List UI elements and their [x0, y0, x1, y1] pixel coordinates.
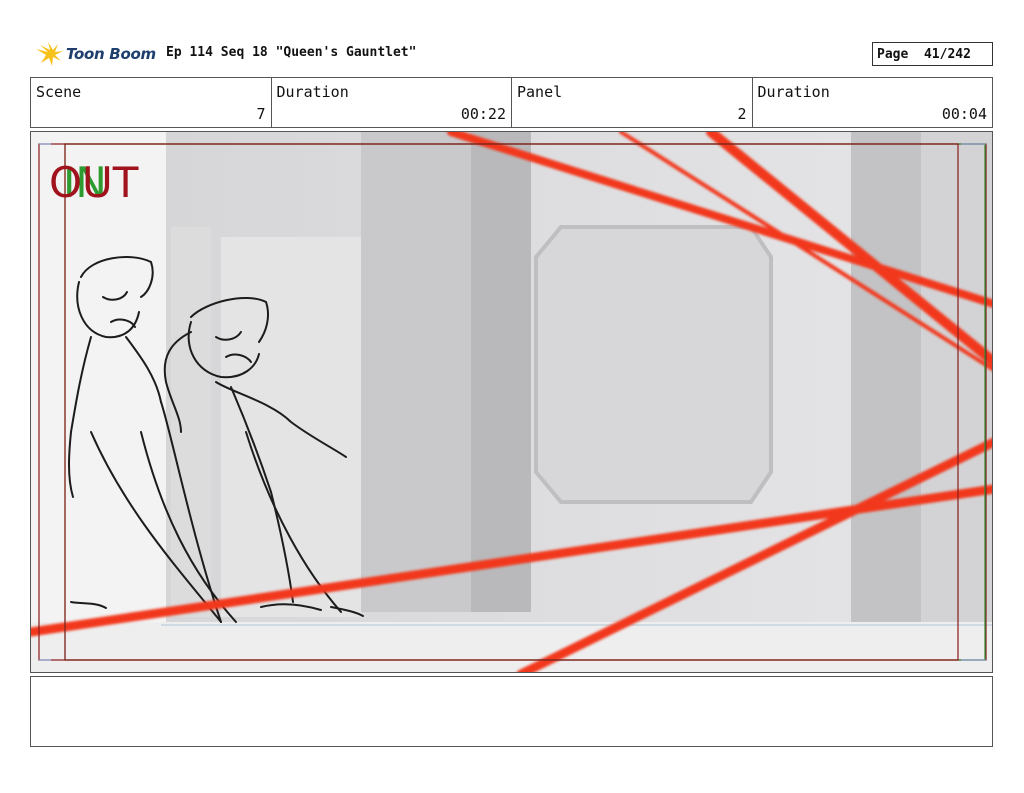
storyboard-panel-image: IN OUT — [30, 131, 993, 673]
storyboard-header: Toon Boom Ep 114 Seq 18 "Queen's Gauntle… — [30, 36, 993, 74]
panel-artwork — [31, 132, 992, 672]
panel-cell: Panel 2 — [512, 78, 753, 127]
pillar — [921, 132, 992, 622]
out-marker: OUT — [49, 158, 139, 207]
page-number: 41/242 — [923, 47, 971, 62]
panel-label: Panel — [517, 83, 563, 101]
sequence-title: Ep 114 Seq 18 "Queen's Gauntlet" — [166, 45, 417, 60]
scene-duration-label: Duration — [276, 83, 349, 101]
panel-info-row: Scene 7 Duration 00:22 Panel 2 Duration … — [30, 77, 993, 128]
scene-duration-value: 00:22 — [460, 105, 506, 123]
logo-text: Toon Boom — [66, 45, 156, 63]
toon-boom-logo: Toon Boom — [34, 40, 164, 68]
page-indicator: Page 41/242 — [872, 42, 993, 66]
panel-duration-label: Duration — [757, 83, 830, 101]
pillar — [851, 132, 921, 622]
pillar — [471, 132, 531, 612]
toon-boom-logo-icon — [36, 42, 63, 66]
doorway — [31, 132, 166, 632]
page-label: Page — [877, 47, 909, 62]
scene-duration-cell: Duration 00:22 — [272, 78, 512, 127]
pillar — [361, 132, 471, 612]
panel-value: 2 — [737, 105, 747, 123]
panel-duration-cell: Duration 00:04 — [753, 78, 993, 127]
wall-panel — [534, 225, 773, 504]
scene-value: 7 — [256, 105, 266, 123]
pillar — [221, 237, 361, 617]
panel-duration-value: 00:04 — [941, 105, 987, 123]
scene-cell: Scene 7 — [31, 78, 272, 127]
floor — [31, 622, 992, 672]
scene-label: Scene — [36, 83, 82, 101]
panel-notes — [30, 676, 993, 747]
